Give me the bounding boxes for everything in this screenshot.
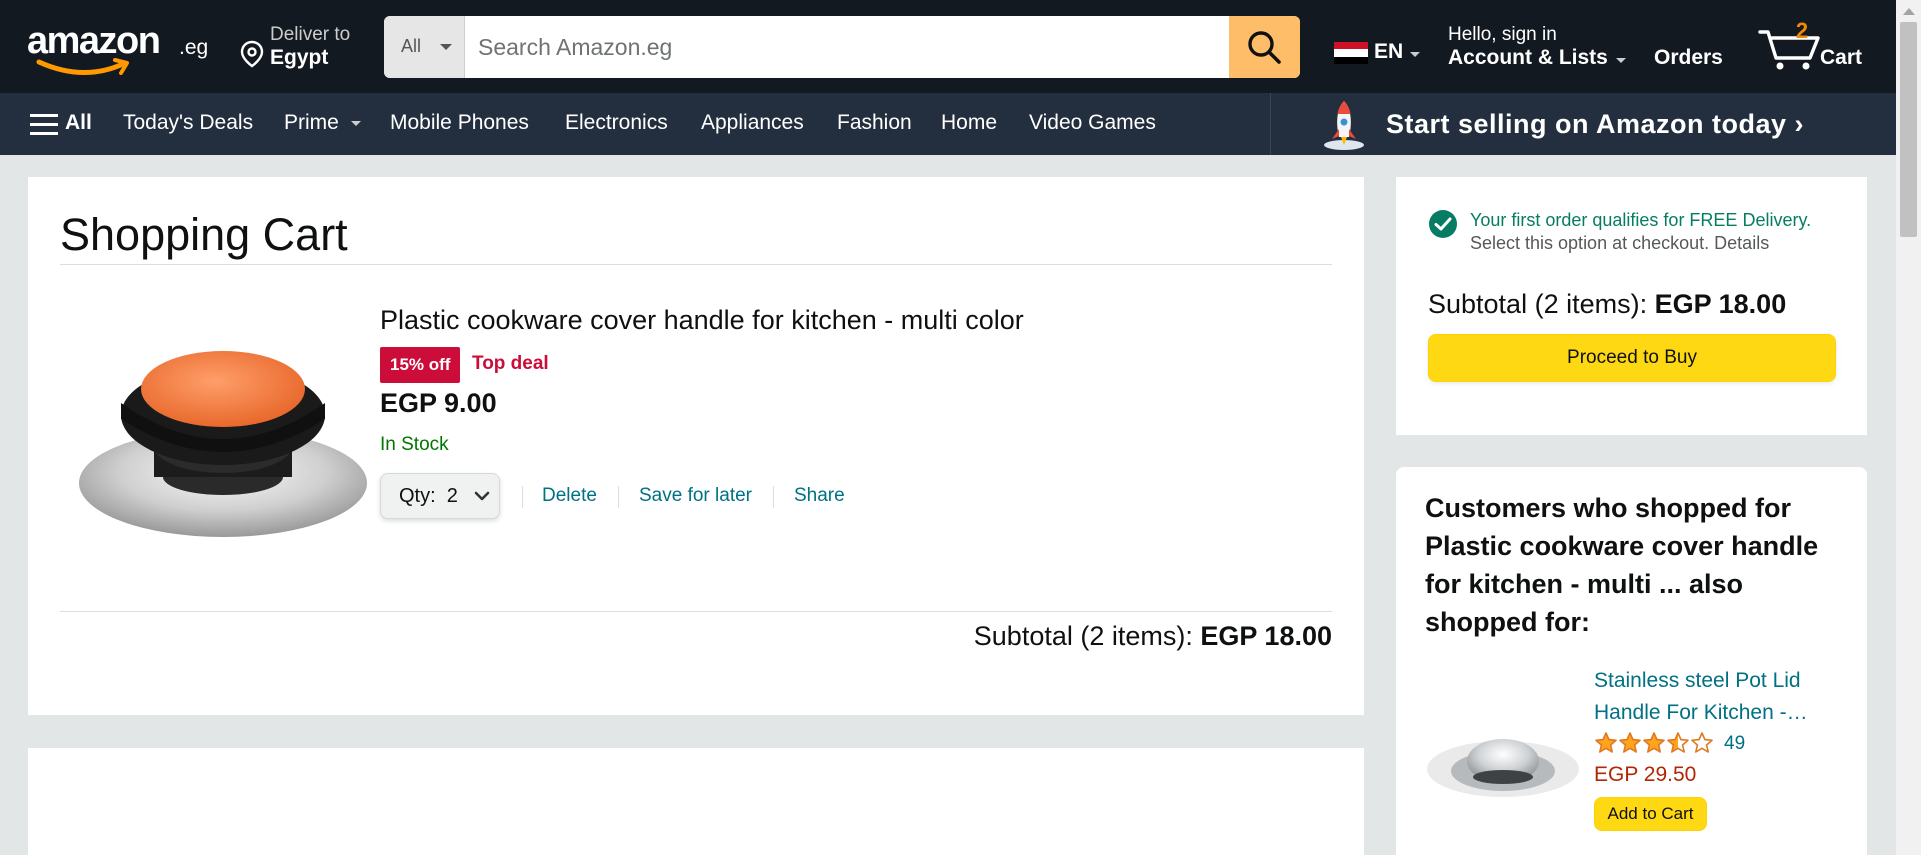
star-icon [1619, 732, 1641, 753]
start-selling-text: Start selling on Amazon today › [1386, 109, 1805, 139]
egypt-flag-icon [1334, 42, 1368, 64]
nav-item-electronics[interactable]: Electronics [565, 111, 668, 135]
star-rating[interactable] [1594, 731, 1714, 760]
star-icon [1643, 732, 1665, 753]
search-icon [1248, 31, 1281, 64]
nav-item-prime[interactable]: Prime [284, 111, 339, 135]
hamburger-menu-icon[interactable] [30, 114, 58, 135]
scrollbar-thumb[interactable] [1900, 22, 1917, 237]
amazon-logo[interactable]: amazon .eg [27, 18, 213, 75]
search-button[interactable] [1229, 16, 1300, 78]
divider [773, 486, 774, 508]
star-icon [1595, 732, 1617, 753]
free-delivery-message: Your first order qualifies for FREE Deli… [1470, 210, 1812, 230]
check-circle-icon [1429, 210, 1457, 238]
page-title: Shopping Cart [60, 209, 348, 260]
start-selling-banner[interactable]: Start selling on Amazon today › [1270, 93, 1903, 155]
caret-down-icon [1410, 52, 1420, 57]
deliver-to-label: Deliver to [270, 24, 351, 45]
scroll-up-arrow-icon[interactable] [1903, 8, 1915, 15]
delete-link[interactable]: Delete [542, 485, 597, 507]
account-greeting: Hello, sign in [1448, 24, 1557, 45]
orders-link[interactable]: Orders [1654, 46, 1723, 70]
quantity-number: 2 [446, 485, 458, 507]
save-for-later-link[interactable]: Save for later [639, 485, 752, 507]
rocket-icon [1324, 101, 1364, 150]
nav-item-mobile-phones[interactable]: Mobile Phones [390, 111, 529, 135]
caret-down-icon [440, 44, 452, 50]
product-image[interactable] [76, 305, 374, 545]
nav-all-menu[interactable]: All [65, 111, 92, 135]
nav-bar: All Today's Deals Prime Mobile Phones El… [0, 93, 1921, 155]
nav-item-home[interactable]: Home [941, 111, 997, 135]
search-category-value: All [401, 36, 422, 56]
proceed-to-buy-button[interactable]: Proceed to Buy [1428, 334, 1836, 382]
share-link[interactable]: Share [794, 485, 845, 507]
divider [60, 264, 1332, 265]
deliver-to[interactable]: Deliver to Egypt [240, 24, 360, 72]
caret-down-icon [351, 121, 361, 126]
select-option-message: Select this option at checkout. Details [1470, 233, 1769, 254]
language-selector[interactable]: EN [1334, 36, 1420, 66]
recommendations-heading: Customers who shopped for Plastic cookwa… [1425, 493, 1819, 637]
top-header: amazon .eg Deliver to Egypt All Search A… [0, 0, 1921, 93]
logo-domain: .eg [179, 36, 209, 59]
subtotal-value: EGP 18.00 [1654, 289, 1787, 319]
quantity-label: Qty: [399, 485, 436, 507]
star-icon [1691, 732, 1713, 753]
discount-badge: 15% off [380, 347, 461, 383]
add-to-cart-button[interactable]: Add to Cart [1594, 797, 1707, 831]
recommended-product-image[interactable] [1425, 699, 1582, 815]
subtotal-label: Subtotal (2 items): [973, 621, 1193, 651]
star-icon [1667, 732, 1689, 753]
cart-count: 2 [1795, 18, 1809, 43]
language-code: EN [1374, 40, 1404, 63]
summary-subtotal: Subtotal (2 items): EGP 18.00 [1428, 289, 1786, 320]
secondary-panel [28, 748, 1364, 855]
divider [60, 611, 1332, 612]
search-category-select[interactable]: All [384, 16, 465, 78]
deliver-to-location: Egypt [270, 46, 329, 69]
details-link[interactable]: Details [1714, 233, 1769, 253]
stock-status: In Stock [380, 434, 449, 455]
recommended-product-price: EGP 29.50 [1594, 763, 1697, 786]
product-price: EGP 9.00 [380, 388, 497, 418]
chevron-down-icon [474, 491, 490, 501]
divider [618, 486, 619, 508]
divider [522, 486, 523, 508]
select-option-text: Select this option at checkout. [1470, 233, 1710, 253]
nav-item-todays-deals[interactable]: Today's Deals [123, 111, 253, 135]
nav-item-fashion[interactable]: Fashion [837, 111, 912, 135]
subtotal-value: EGP 18.00 [1200, 621, 1332, 651]
deal-label: Top deal [472, 353, 549, 374]
nav-item-appliances[interactable]: Appliances [701, 111, 804, 135]
quantity-value: Qty: 2 [399, 485, 458, 508]
search-bar: All [384, 16, 1300, 78]
shopping-cart-panel: Shopping Cart Plastic cookware cover han… [28, 177, 1364, 715]
cart-button[interactable]: 2 Cart [1758, 18, 1868, 74]
order-summary: Your first order qualifies for FREE Deli… [1396, 177, 1867, 435]
recommendations-panel: Customers who shopped for Plastic cookwa… [1396, 467, 1867, 855]
subtotal-label: Subtotal (2 items): [1428, 289, 1648, 319]
caret-down-icon [1616, 58, 1626, 63]
recommended-product-title[interactable]: Stainless steel Pot Lid Handle For Kitch… [1594, 665, 1844, 729]
location-pin-icon [240, 40, 264, 68]
account-menu[interactable]: Hello, sign in Account & Lists [1448, 24, 1628, 72]
product-title[interactable]: Plastic cookware cover handle for kitche… [380, 305, 1024, 336]
nav-item-video-games[interactable]: Video Games [1029, 111, 1156, 135]
cart-label: Cart [1820, 46, 1863, 69]
scrollbar[interactable] [1896, 0, 1921, 855]
smile-arrow-icon [36, 58, 129, 75]
account-lists-label: Account & Lists [1448, 46, 1608, 69]
quantity-select[interactable]: Qty: 2 [380, 473, 500, 519]
review-count[interactable]: 49 [1724, 733, 1745, 755]
cart-subtotal: Subtotal (2 items): EGP 18.00 [974, 621, 1332, 652]
search-input[interactable] [478, 16, 1198, 78]
